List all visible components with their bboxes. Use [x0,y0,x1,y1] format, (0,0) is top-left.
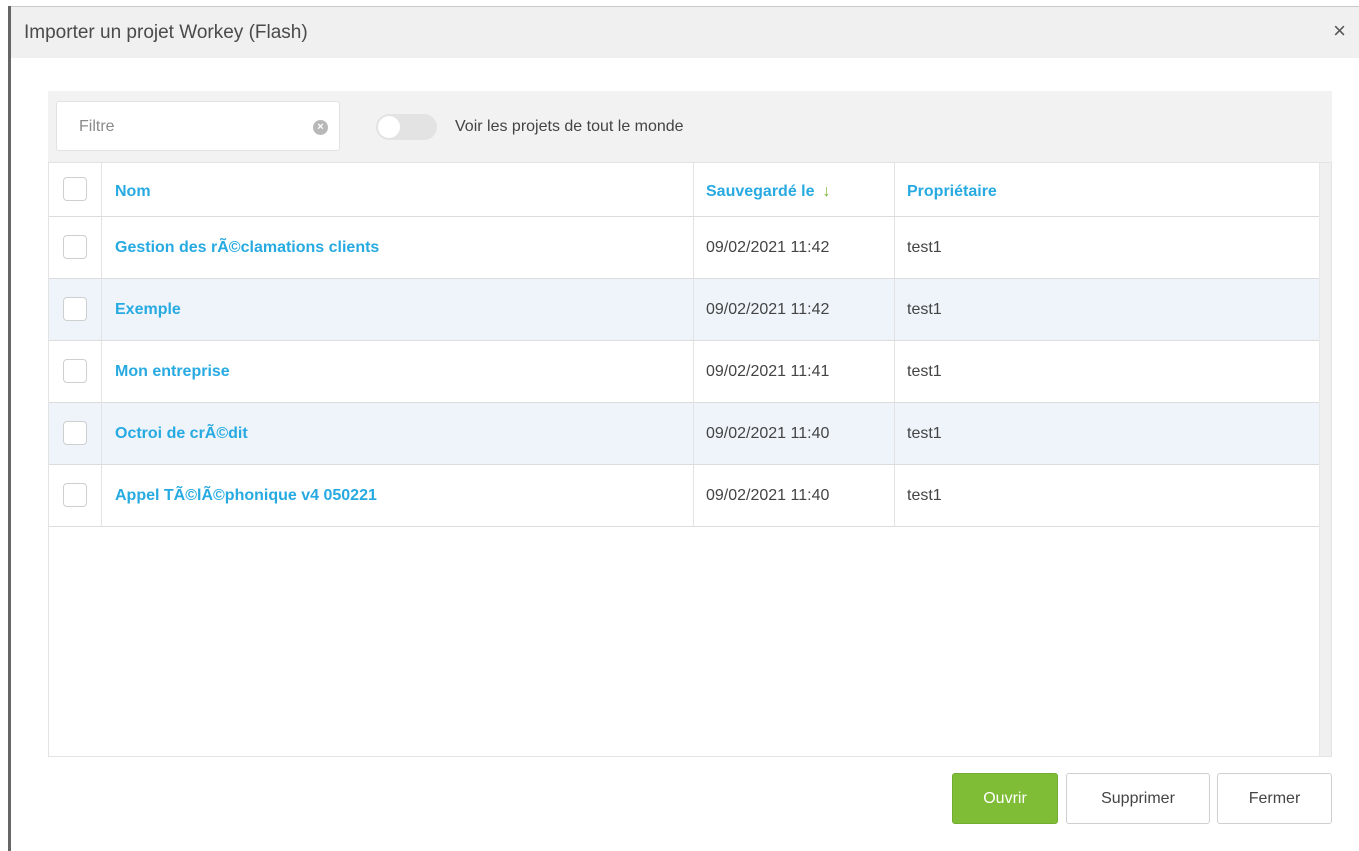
table-row[interactable]: Exemple 09/02/2021 11:42 test1 [49,279,1319,341]
show-all-projects-label: Voir les projets de tout le monde [455,118,684,135]
row-saved-cell: 09/02/2021 11:42 [693,279,895,340]
close-icon[interactable]: × [1333,20,1346,42]
row-saved-cell: 09/02/2021 11:40 [693,465,895,526]
table-row[interactable]: Octroi de crÃ©dit 09/02/2021 11:40 test1 [49,403,1319,465]
row-checkbox[interactable] [63,297,87,321]
row-name-cell: Gestion des rÃ©clamations clients [103,217,693,278]
dialog-titlebar: Importer un projet Workey (Flash) × [11,7,1359,58]
saved-date: 09/02/2021 11:42 [706,301,830,318]
owner-name: test1 [907,239,942,256]
row-name-cell: Appel TÃ©lÃ©phonique v4 050221 [103,465,693,526]
column-header-saved[interactable]: Sauvegardé le ↓ [706,183,831,201]
close-button[interactable]: Fermer [1217,773,1332,824]
project-name-link[interactable]: Appel TÃ©lÃ©phonique v4 050221 [115,487,377,505]
row-check-cell [49,465,102,526]
column-header-saved-label: Sauvegardé le [706,183,815,200]
project-list-panel: × Voir les projets de tout le monde Nom … [48,91,1332,757]
row-name-cell: Octroi de crÃ©dit [103,403,693,464]
project-name-link[interactable]: Octroi de crÃ©dit [115,425,248,443]
show-all-projects-toggle[interactable] [376,114,437,140]
projects-table: Nom Sauvegardé le ↓ Propriétaire Gestion … [48,162,1332,757]
saved-date: 09/02/2021 11:41 [706,363,830,380]
open-button[interactable]: Ouvrir [952,773,1058,824]
table-header-row: Nom Sauvegardé le ↓ Propriétaire [49,163,1319,217]
owner-name: test1 [907,363,942,380]
column-header-owner[interactable]: Propriétaire [907,183,997,201]
owner-name: test1 [907,487,942,504]
toggle-knob [378,116,400,138]
row-owner-cell: test1 [895,465,1319,526]
import-project-dialog: Importer un projet Workey (Flash) × × Vo… [0,0,1359,851]
saved-date: 09/02/2021 11:40 [706,487,830,504]
delete-button[interactable]: Supprimer [1066,773,1210,824]
clear-filter-icon[interactable]: × [313,120,328,135]
row-saved-cell: 09/02/2021 11:41 [693,341,895,402]
saved-date: 09/02/2021 11:42 [706,239,830,256]
row-saved-cell: 09/02/2021 11:42 [693,217,895,278]
header-name-cell: Nom [103,163,693,216]
table-row[interactable]: Mon entreprise 09/02/2021 11:41 test1 [49,341,1319,403]
dialog-title: Importer un projet Workey (Flash) [24,22,308,43]
table-row[interactable]: Appel TÃ©lÃ©phonique v4 050221 09/02/202… [49,465,1319,527]
row-saved-cell: 09/02/2021 11:40 [693,403,895,464]
owner-name: test1 [907,425,942,442]
row-checkbox[interactable] [63,421,87,445]
project-name-link[interactable]: Exemple [115,301,181,319]
column-header-name[interactable]: Nom [115,183,151,201]
project-name-link[interactable]: Gestion des rÃ©clamations clients [115,239,379,257]
filter-box: × [56,101,340,151]
row-checkbox[interactable] [63,483,87,507]
header-saved-cell: Sauvegardé le ↓ [693,163,895,216]
header-owner-cell: Propriétaire [895,163,1319,216]
row-check-cell [49,279,102,340]
project-name-link[interactable]: Mon entreprise [115,363,230,381]
row-owner-cell: test1 [895,217,1319,278]
row-check-cell [49,217,102,278]
filter-input[interactable] [79,116,299,138]
owner-name: test1 [907,301,942,318]
row-name-cell: Mon entreprise [103,341,693,402]
sort-descending-icon: ↓ [822,183,831,200]
row-checkbox[interactable] [63,235,87,259]
dialog-left-border [8,6,11,851]
table-row[interactable]: Gestion des rÃ©clamations clients 09/02/… [49,217,1319,279]
row-name-cell: Exemple [103,279,693,340]
saved-date: 09/02/2021 11:40 [706,425,830,442]
select-all-checkbox[interactable] [63,177,87,201]
header-check-cell [49,163,102,216]
row-owner-cell: test1 [895,403,1319,464]
table-scrollbar[interactable] [1319,163,1331,756]
row-owner-cell: test1 [895,279,1319,340]
row-owner-cell: test1 [895,341,1319,402]
row-check-cell [49,341,102,402]
row-checkbox[interactable] [63,359,87,383]
row-check-cell [49,403,102,464]
